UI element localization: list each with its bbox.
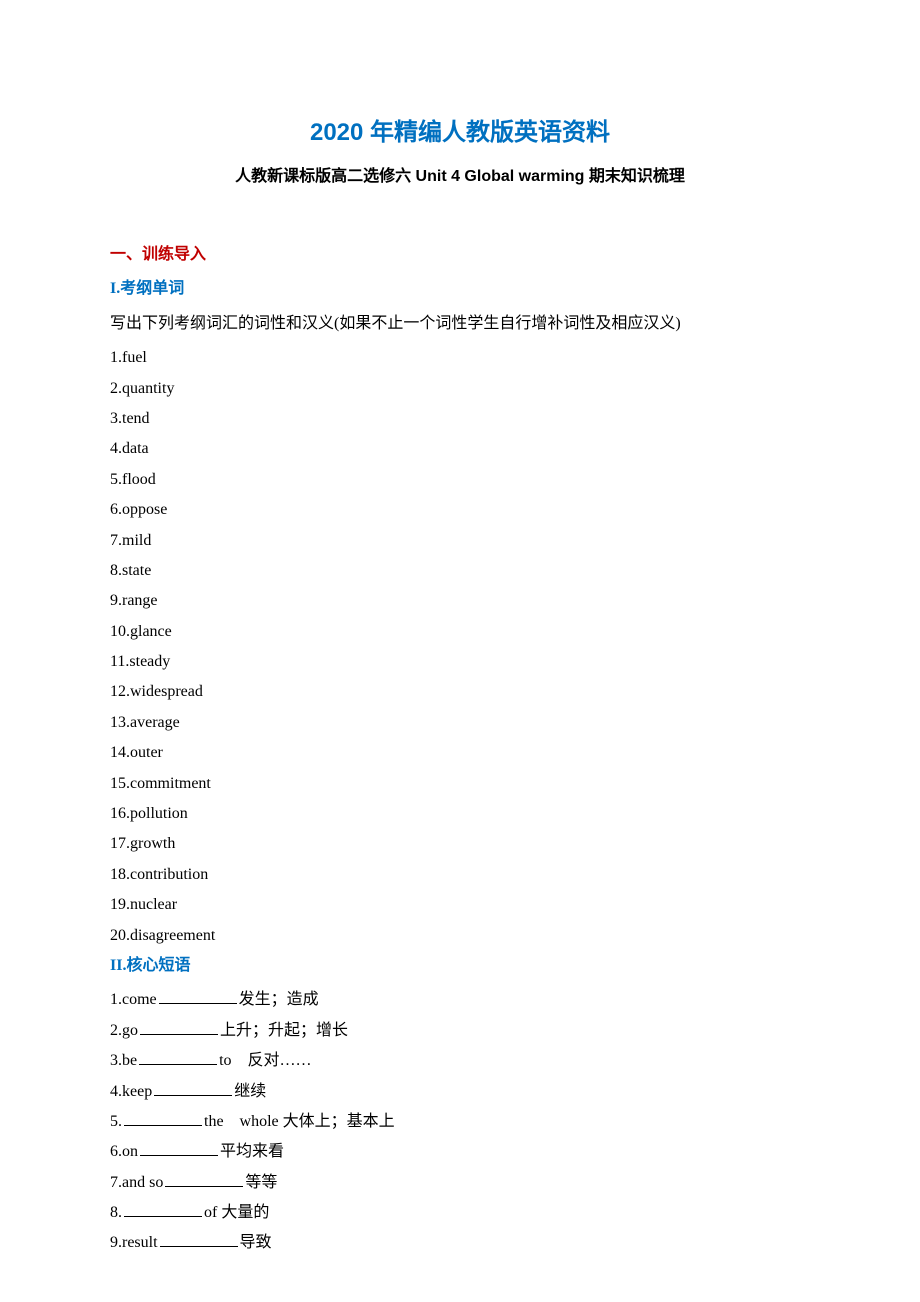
- phrase-number: 7.: [110, 1174, 122, 1191]
- fill-blank: [140, 1019, 218, 1035]
- vocab-item: 6.oppose: [110, 495, 810, 525]
- vocab-item: 10.glance: [110, 617, 810, 647]
- vocab-item: 12.widespread: [110, 677, 810, 707]
- page-title-main: 2020 年精编人教版英语资料: [110, 110, 810, 156]
- vocab-item: 14.outer: [110, 738, 810, 768]
- vocab-item: 20.disagreement: [110, 921, 810, 951]
- phrase-item: 8. of 大量的: [110, 1198, 810, 1228]
- phrase-item: 5. the whole 大体上；基本上: [110, 1107, 810, 1137]
- vocab-item: 18.contribution: [110, 860, 810, 890]
- fill-blank: [154, 1080, 232, 1096]
- phrase-number: 4.: [110, 1083, 122, 1100]
- vocab-item: 1.fuel: [110, 343, 810, 373]
- phrase-post-text: to 反对……: [219, 1052, 311, 1069]
- vocab-item: 16.pollution: [110, 799, 810, 829]
- phrase-post-text: of 大量的: [204, 1204, 269, 1221]
- phrase-number: 1.: [110, 991, 122, 1008]
- fill-blank: [140, 1140, 218, 1156]
- phrase-pre-text: be: [122, 1052, 137, 1069]
- vocab-header: I.考纲单词: [110, 274, 810, 304]
- phrase-item: 1.come 发生；造成: [110, 985, 810, 1015]
- vocab-item: 2.quantity: [110, 374, 810, 404]
- vocab-item: 15.commitment: [110, 769, 810, 799]
- phrases-header: II.核心短语: [110, 951, 810, 981]
- fill-blank: [139, 1049, 217, 1065]
- vocab-item: 4.data: [110, 434, 810, 464]
- vocab-item: 5.flood: [110, 465, 810, 495]
- phrase-number: 2.: [110, 1022, 122, 1039]
- phrase-post-text: 上升；升起；增长: [220, 1022, 348, 1039]
- phrase-number: 3.: [110, 1052, 122, 1069]
- vocab-item: 7.mild: [110, 526, 810, 556]
- fill-blank: [124, 1201, 202, 1217]
- phrase-post-text: 平均来看: [220, 1143, 284, 1160]
- vocab-item: 11.steady: [110, 647, 810, 677]
- vocab-item: 13.average: [110, 708, 810, 738]
- page-title-sub: 人教新课标版高二选修六 Unit 4 Global warming 期末知识梳理: [110, 162, 810, 192]
- phrase-post-text: 继续: [234, 1083, 266, 1100]
- fill-blank: [124, 1110, 202, 1126]
- fill-blank: [160, 1231, 238, 1247]
- phrase-item: 9.result 导致: [110, 1228, 810, 1258]
- phrase-pre-text: keep: [122, 1083, 152, 1100]
- phrase-number: 9.: [110, 1234, 122, 1251]
- phrase-item: 6.on 平均来看: [110, 1137, 810, 1167]
- vocab-item: 8.state: [110, 556, 810, 586]
- fill-blank: [165, 1171, 243, 1187]
- fill-blank: [159, 988, 237, 1004]
- phrase-item: 2.go 上升；升起；增长: [110, 1016, 810, 1046]
- vocab-list: 1.fuel2.quantity3.tend4.data5.flood6.opp…: [110, 343, 810, 951]
- phrase-item: 4.keep 继续: [110, 1077, 810, 1107]
- phrase-number: 8.: [110, 1204, 122, 1221]
- phrase-post-text: 发生；造成: [239, 991, 319, 1008]
- phrase-item: 3.be to 反对……: [110, 1046, 810, 1076]
- phrase-pre-text: result: [122, 1234, 158, 1251]
- phrase-number: 6.: [110, 1143, 122, 1160]
- vocab-instruction: 写出下列考纲词汇的词性和汉义(如果不止一个词性学生自行增补词性及相应汉义): [110, 309, 810, 339]
- vocab-item: 9.range: [110, 586, 810, 616]
- phrase-post-text: 导致: [240, 1234, 272, 1251]
- vocab-item: 3.tend: [110, 404, 810, 434]
- vocab-item: 17.growth: [110, 829, 810, 859]
- section-1-header: 一、训练导入: [110, 240, 810, 270]
- phrase-pre-text: come: [122, 991, 157, 1008]
- phrase-pre-text: and so: [122, 1174, 163, 1191]
- phrase-pre-text: go: [122, 1022, 138, 1039]
- phrase-post-text: 等等: [245, 1174, 277, 1191]
- phrases-list: 1.come 发生；造成 2.go 上升；升起；增长 3.be to 反对…… 4.keep…: [110, 985, 810, 1259]
- phrase-pre-text: on: [122, 1143, 138, 1160]
- phrase-post-text: the whole 大体上；基本上: [204, 1113, 395, 1130]
- phrase-number: 5.: [110, 1113, 122, 1130]
- vocab-item: 19.nuclear: [110, 890, 810, 920]
- phrase-item: 7.and so 等等: [110, 1168, 810, 1198]
